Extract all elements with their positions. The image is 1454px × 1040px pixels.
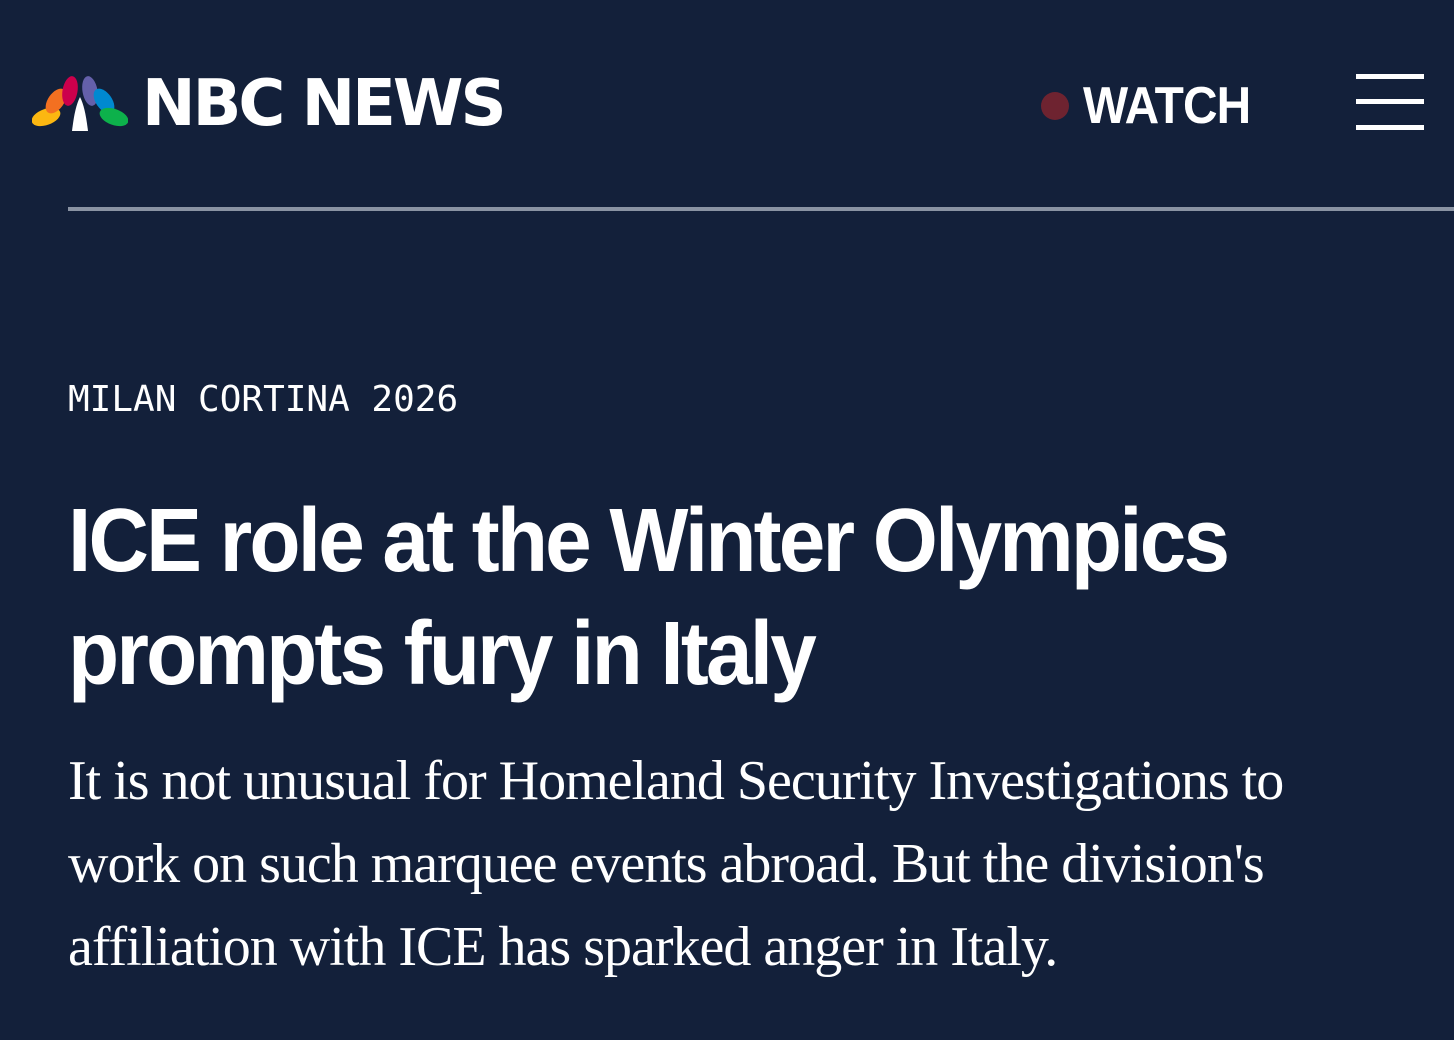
hamburger-menu-icon[interactable] [1356,74,1424,132]
watch-live-button[interactable]: WATCH [1041,78,1265,134]
article-section-label[interactable]: MILAN CORTINA 2026 [68,378,458,422]
site-header: NBC NEWS WATCH [0,0,1454,210]
menu-line [1356,99,1424,104]
logo-wordmark: NBC NEWS [142,67,507,141]
menu-line [1356,74,1424,79]
live-dot-icon [1041,92,1069,120]
menu-line [1356,125,1424,130]
header-divider [68,207,1454,211]
article-dek: It is not unusual for Homeland Security … [68,750,1284,978]
headline-text: ICE role at the Winter Olympics prompts f… [68,485,1230,711]
headline-line-2: prompts fury in Italy [68,604,817,704]
headline-line-1: ICE role at the Winter Olympics [68,491,1230,591]
article-headline: ICE role at the Winter Olympics prompts f… [68,485,1388,711]
watch-label: WATCH [1083,77,1251,135]
nbc-news-logo[interactable]: NBC NEWS [32,67,507,141]
nbc-peacock-icon [32,76,128,131]
